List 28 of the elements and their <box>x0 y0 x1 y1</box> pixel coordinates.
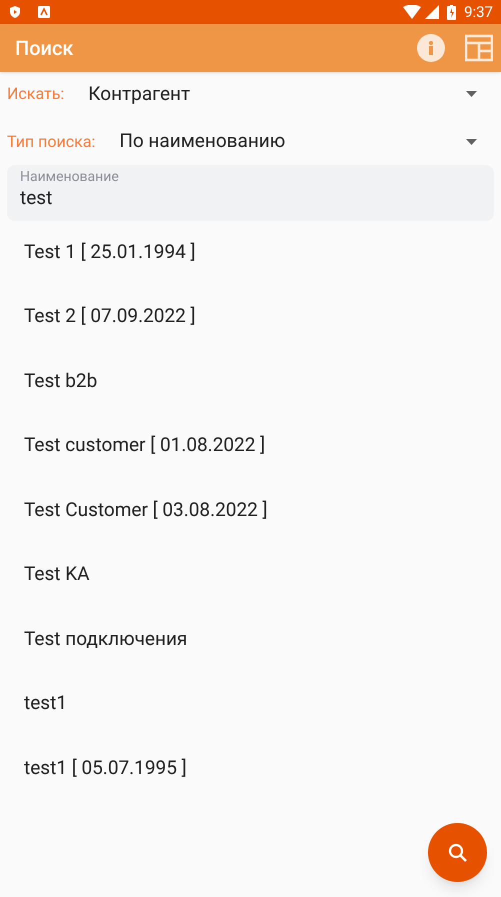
dropdown-caret-icon <box>466 138 477 144</box>
search-icon <box>448 842 468 862</box>
result-item[interactable]: Test подключения <box>0 605 501 672</box>
result-item[interactable]: Test Customer [ 03.08.2022 ] <box>0 476 501 544</box>
battery-icon <box>447 4 456 20</box>
filter-label: Искать: <box>7 83 64 105</box>
dropdown-caret-icon <box>466 91 477 97</box>
result-item[interactable]: Test 2 [ 07.09.2022 ] <box>0 282 501 350</box>
wifi-icon <box>403 5 422 19</box>
result-item[interactable]: Test 1 [ 25.01.1994 ] <box>0 218 501 286</box>
result-item[interactable]: test1 <box>0 670 501 737</box>
field-label: Наименование <box>20 168 120 186</box>
table-layout-icon[interactable] <box>465 34 493 62</box>
shield-icon <box>8 5 22 19</box>
filter-dropdown[interactable]: По наименованию <box>119 127 477 156</box>
filter-label: Тип поиска: <box>7 130 96 152</box>
search-field[interactable]: Наименование test <box>7 165 494 221</box>
signal-icon <box>425 5 440 19</box>
app-notification-icon <box>38 6 50 18</box>
filter-dropdown[interactable]: Контрагент <box>88 80 477 108</box>
field-value[interactable]: test <box>20 186 481 210</box>
result-item[interactable]: Test customer [ 01.08.2022 ] <box>0 412 501 479</box>
result-item[interactable]: Test b2b <box>0 347 501 414</box>
result-item[interactable]: Test KA <box>0 540 501 608</box>
app-bar-title: Поиск <box>15 35 74 62</box>
info-icon[interactable] <box>417 34 445 62</box>
result-item[interactable]: test1 [ 05.07.1995 ] <box>0 734 501 802</box>
status-time: 9:37 <box>464 2 493 23</box>
